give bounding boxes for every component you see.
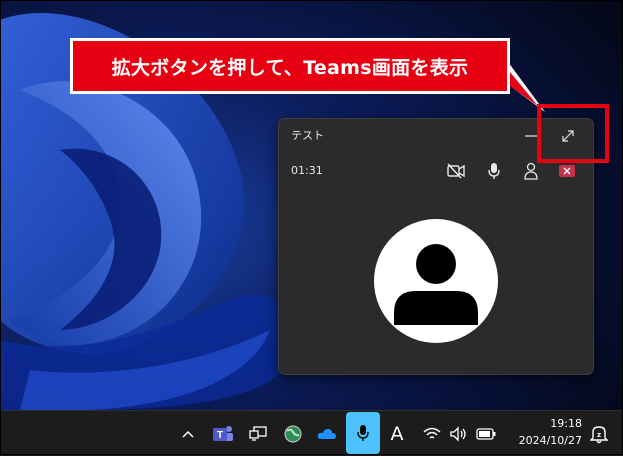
tray-battery[interactable]: [473, 411, 499, 456]
svg-text:T: T: [217, 430, 223, 441]
wifi-icon: [423, 427, 441, 439]
display-icon: [249, 425, 267, 441]
instruction-callout: 拡大ボタンを押して、Teams画面を表示: [70, 38, 510, 94]
show-hidden-icons-button[interactable]: [176, 411, 200, 456]
ime-mode-label: A: [390, 422, 404, 445]
ime-mode-indicator[interactable]: A: [385, 411, 409, 456]
tray-microphone-active[interactable]: [346, 412, 380, 454]
tray-network[interactable]: [420, 411, 444, 456]
speaker-icon: [450, 425, 466, 442]
share-icon: [524, 162, 538, 180]
camera-off-icon: [447, 163, 465, 179]
taskbar: T A 19:18 2024/10/27 z: [0, 410, 623, 456]
camera-toggle-button[interactable]: [444, 159, 468, 183]
minimize-icon: [525, 135, 537, 137]
tray-browser[interactable]: [280, 411, 306, 456]
clock-date: 2024/10/27: [518, 434, 582, 447]
person-silhouette-icon: [394, 244, 478, 325]
onedrive-icon: [317, 428, 336, 439]
notification-bell-icon: z: [590, 425, 608, 443]
chevron-up-icon: [182, 430, 194, 438]
svg-text:z: z: [597, 431, 601, 439]
globe-icon: [284, 425, 302, 442]
battery-icon: [476, 427, 496, 440]
tray-volume[interactable]: [447, 411, 471, 456]
tray-display[interactable]: [245, 411, 271, 456]
microphone-icon: [488, 163, 500, 179]
expand-button-highlight: [537, 104, 609, 163]
tray-teams[interactable]: T: [209, 411, 237, 456]
window-title: テスト: [291, 129, 324, 142]
call-timer: 01:31: [291, 164, 323, 177]
mute-toggle-button[interactable]: [482, 159, 506, 183]
notification-center-button[interactable]: z: [588, 411, 610, 456]
microphone-icon: [357, 425, 369, 441]
clock-time: 19:18: [550, 417, 582, 430]
leave-icon: [559, 165, 575, 177]
callout-text: 拡大ボタンを押して、Teams画面を表示: [111, 56, 469, 79]
tray-onedrive[interactable]: [313, 411, 341, 456]
teams-icon: T: [213, 425, 233, 441]
taskbar-clock[interactable]: 19:18 2024/10/27: [506, 415, 582, 449]
participant-avatar: [374, 219, 498, 343]
